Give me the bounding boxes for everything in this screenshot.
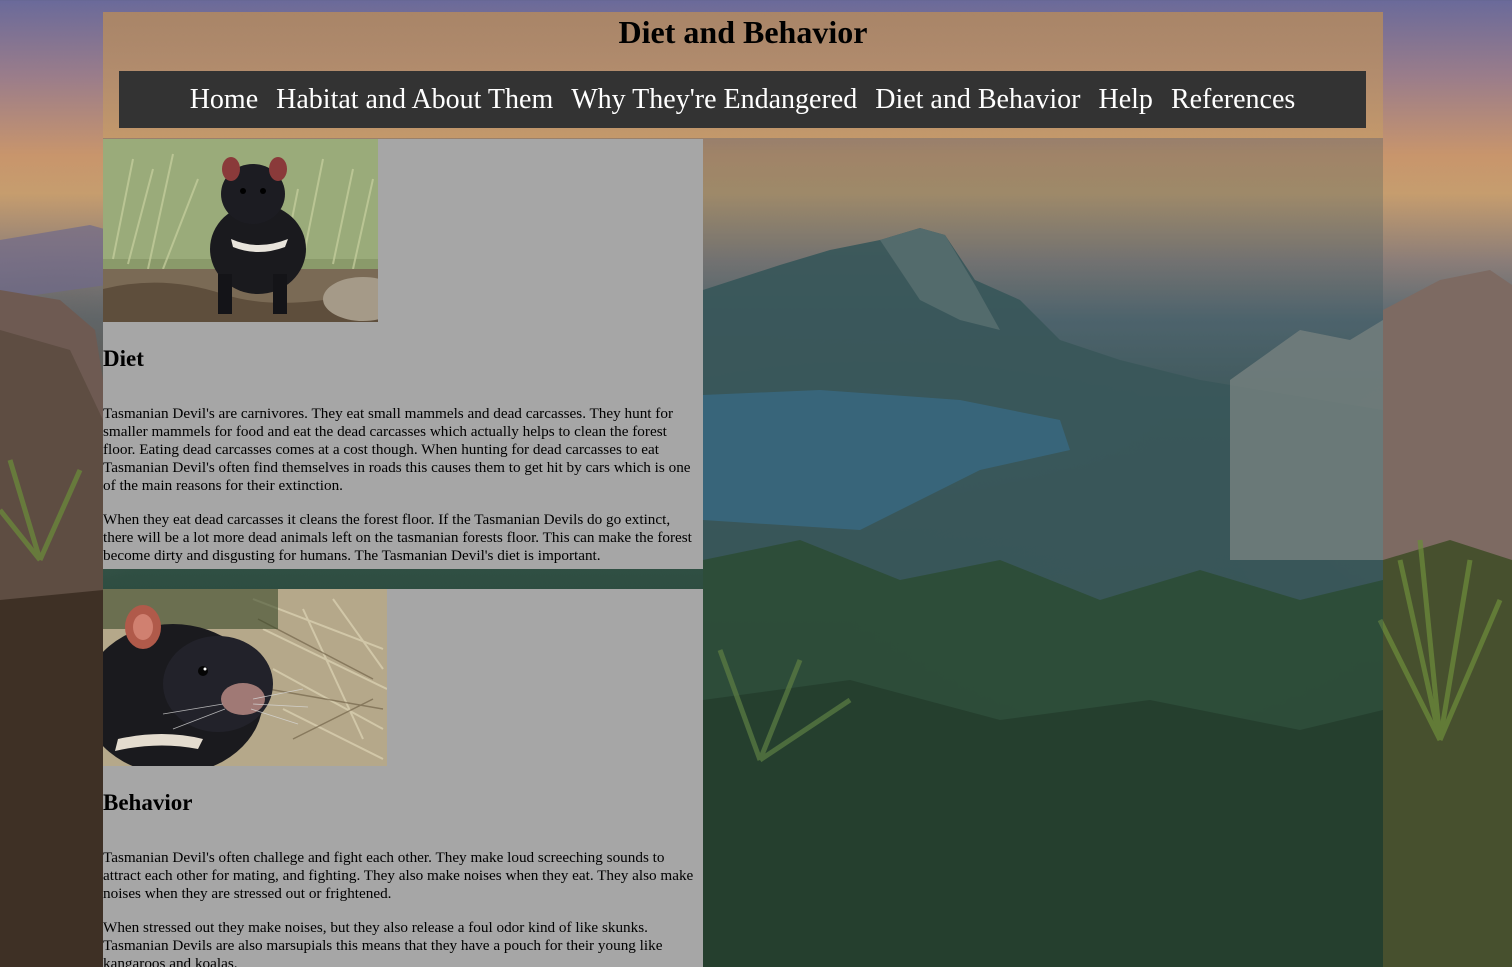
diet-section: Diet Tasmanian Devil's are carnivores. T… xyxy=(103,139,703,569)
tasmanian-devil-standing-image xyxy=(103,139,378,322)
behavior-heading: Behavior xyxy=(103,790,193,815)
diet-heading: Diet xyxy=(103,346,144,371)
nav-link-habitat[interactable]: Habitat and About Them xyxy=(267,71,562,128)
nav-link-references[interactable]: References xyxy=(1162,71,1304,128)
page-container: Diet and Behavior Home Habitat and About… xyxy=(103,12,1383,967)
nav-link-home[interactable]: Home xyxy=(181,71,267,128)
diet-paragraph-1: Tasmanian Devil's are carnivores. They e… xyxy=(103,405,691,494)
diet-paragraph-2: When they eat dead carcasses it cleans t… xyxy=(103,511,692,564)
behavior-paragraph-1: Tasmanian Devil's often challege and fig… xyxy=(103,849,694,902)
behavior-section: Behavior Tasmanian Devil's often challeg… xyxy=(103,589,703,967)
nav-link-diet-behavior[interactable]: Diet and Behavior xyxy=(866,71,1089,128)
nav-link-endangered[interactable]: Why They're Endangered xyxy=(562,71,866,128)
page-title: Diet and Behavior xyxy=(618,14,868,50)
navigation-bar: Home Habitat and About Them Why They're … xyxy=(119,71,1366,128)
behavior-paragraph-2: When stressed out they make noises, but … xyxy=(103,919,663,967)
nav-link-help[interactable]: Help xyxy=(1090,71,1162,128)
tasmanian-devil-closeup-image xyxy=(103,589,387,766)
